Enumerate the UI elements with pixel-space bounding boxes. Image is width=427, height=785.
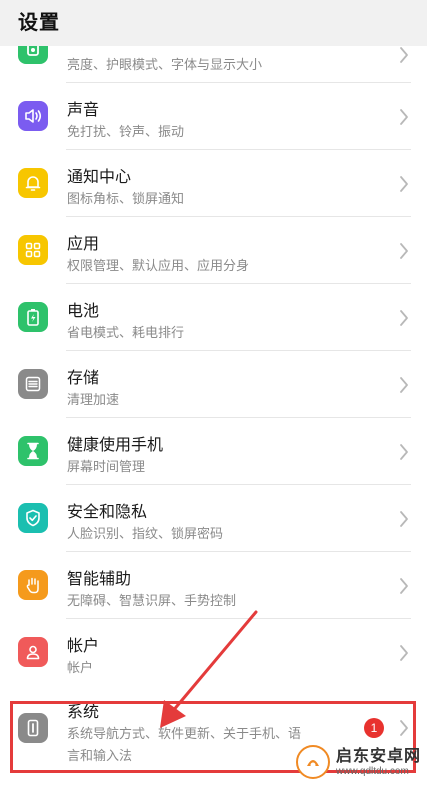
storage-icon	[18, 369, 48, 399]
settings-item-subtitle: 清理加速	[67, 393, 120, 408]
hourglass-icon	[18, 436, 48, 466]
settings-item-notifications[interactable]: 通知中心 图标角标、锁屏通知	[0, 150, 427, 217]
settings-item-accessibility[interactable]: 智能辅助 无障碍、智慧识屏、手势控制	[0, 552, 427, 619]
user-icon	[18, 637, 48, 667]
chevron-right-icon	[400, 444, 408, 460]
hand-icon	[18, 570, 48, 600]
settings-item-digital-wellbeing[interactable]: 健康使用手机 屏幕时间管理	[0, 418, 427, 485]
settings-item-title: 智能辅助	[67, 569, 132, 588]
speaker-icon	[18, 101, 48, 131]
chevron-right-icon	[400, 377, 408, 393]
chevron-right-icon	[400, 243, 408, 259]
watermark-logo-icon	[295, 745, 330, 779]
settings-item-sound[interactable]: 声音 免打扰、铃声、振动	[0, 83, 427, 150]
app-header: 设置	[0, 0, 427, 46]
page-title: 设置	[18, 10, 60, 34]
settings-item-title: 声音	[67, 100, 100, 119]
settings-item-title: 帐户	[67, 636, 100, 655]
settings-item-title: 电池	[67, 301, 100, 320]
bell-icon	[18, 168, 48, 198]
settings-item-title: 存储	[67, 368, 100, 387]
chevron-right-icon	[400, 109, 408, 125]
settings-item-title: 安全和隐私	[67, 502, 148, 521]
settings-item-subtitle: 亮度、护眼模式、字体与显示大小	[67, 58, 263, 73]
settings-item-title: 通知中心	[67, 167, 132, 186]
settings-item-title: 应用	[67, 234, 100, 253]
chevron-right-icon	[400, 176, 408, 192]
settings-item-subtitle: 人脸识别、指纹、锁屏密码	[67, 527, 224, 542]
settings-item-apps[interactable]: 应用 权限管理、默认应用、应用分身	[0, 217, 427, 284]
apps-grid-icon	[18, 235, 48, 265]
settings-item-security[interactable]: 安全和隐私 人脸识别、指纹、锁屏密码	[0, 485, 427, 552]
chevron-right-icon	[400, 47, 408, 63]
settings-item-subtitle: 帐户	[67, 661, 94, 676]
settings-item-subtitle: 省电模式、耗电排行	[67, 326, 185, 341]
settings-item-subtitle: 屏幕时间管理	[67, 460, 146, 475]
settings-item-battery[interactable]: 电池 省电模式、耗电排行	[0, 284, 427, 351]
battery-icon	[18, 302, 48, 332]
shield-icon	[18, 503, 48, 533]
settings-item-title: 健康使用手机	[67, 435, 164, 454]
settings-item-subtitle: 免打扰、铃声、振动	[67, 125, 185, 140]
settings-item-account[interactable]: 帐户 帐户	[0, 619, 427, 686]
settings-item-subtitle: 无障碍、智慧识屏、手势控制	[67, 594, 237, 609]
settings-item-subtitle: 权限管理、默认应用、应用分身	[67, 259, 250, 274]
watermark: 启东安卓网 www.qdltdu.com	[295, 745, 421, 779]
chevron-right-icon	[400, 310, 408, 326]
chevron-right-icon	[400, 645, 408, 661]
settings-item-storage[interactable]: 存储 清理加速	[0, 351, 427, 418]
chevron-right-icon	[400, 578, 408, 594]
watermark-url: www.qdltdu.com	[335, 765, 409, 777]
watermark-name: 启东安卓网	[335, 745, 421, 765]
chevron-right-icon	[400, 511, 408, 527]
settings-item-subtitle: 图标角标、锁屏通知	[67, 192, 185, 207]
